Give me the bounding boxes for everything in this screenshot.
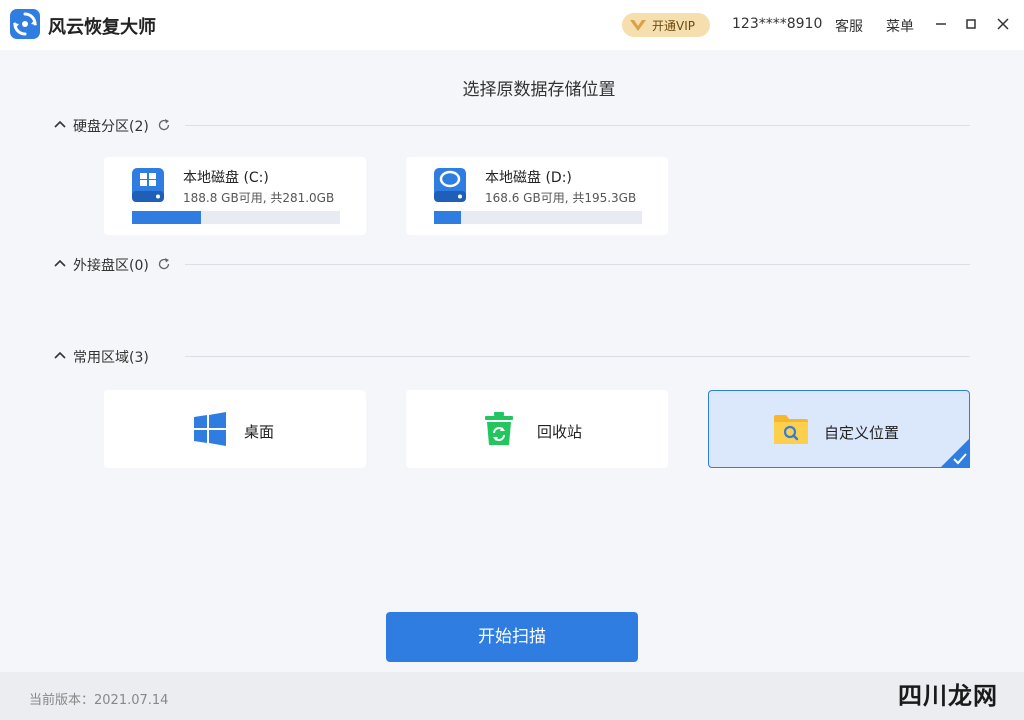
refresh-icon[interactable] bbox=[157, 257, 171, 271]
area-card-custom-location[interactable]: 自定义位置 bbox=[708, 390, 970, 468]
drive-usage-bar bbox=[434, 211, 642, 224]
section-common-areas: 常用区域(3) bbox=[52, 345, 970, 367]
vip-icon bbox=[630, 20, 646, 31]
hard-drive-icon bbox=[434, 168, 466, 202]
menu-link[interactable]: 菜单 bbox=[886, 16, 914, 36]
chevron-up-icon[interactable] bbox=[54, 350, 66, 360]
start-scan-button[interactable]: 开始扫描 bbox=[386, 612, 638, 662]
section-label: 外接盘区(0) bbox=[73, 258, 149, 274]
watermark: 四川龙网 bbox=[890, 674, 1010, 714]
drive-usage-fill bbox=[132, 211, 201, 224]
user-id[interactable]: 123****8910 bbox=[732, 16, 822, 32]
minimize-icon[interactable] bbox=[933, 16, 949, 32]
section-disk-partitions: 硬盘分区(2) bbox=[52, 114, 970, 136]
recycle-bin-icon bbox=[485, 412, 513, 445]
area-label: 回收站 bbox=[537, 423, 583, 441]
drive-name: 本地磁盘 (D:) bbox=[485, 170, 572, 186]
section-external-drives: 外接盘区(0) bbox=[52, 253, 970, 275]
section-label: 常用区域(3) bbox=[73, 350, 149, 366]
close-icon[interactable] bbox=[995, 16, 1011, 32]
area-label: 自定义位置 bbox=[824, 424, 900, 442]
app-logo-icon bbox=[10, 9, 40, 39]
folder-search-icon bbox=[774, 415, 808, 444]
windows-icon bbox=[194, 412, 226, 446]
selected-check-icon bbox=[940, 438, 970, 468]
page-title: 选择原数据存储位置 bbox=[462, 80, 616, 100]
drive-usage-bar bbox=[132, 211, 340, 224]
app-title: 风云恢复大师 bbox=[48, 17, 156, 38]
hard-drive-icon bbox=[132, 168, 164, 202]
divider bbox=[185, 125, 970, 126]
drive-space: 188.8 GB可用, 共281.0GB bbox=[183, 191, 335, 205]
customer-service-link[interactable]: 客服 bbox=[835, 16, 863, 36]
drive-card-c[interactable]: 本地磁盘 (C:) 188.8 GB可用, 共281.0GB bbox=[104, 157, 366, 235]
vip-button[interactable]: 开通VIP bbox=[622, 13, 710, 37]
divider bbox=[185, 264, 970, 265]
drive-usage-fill bbox=[434, 211, 462, 224]
vip-label: 开通VIP bbox=[652, 19, 695, 33]
footer: 当前版本：2021.07.14 bbox=[0, 672, 1024, 720]
maximize-icon[interactable] bbox=[963, 16, 979, 32]
title-bar: 风云恢复大师 开通VIP 123****8910 客服 菜单 bbox=[0, 0, 1024, 50]
area-card-recycle-bin[interactable]: 回收站 bbox=[406, 390, 668, 468]
area-label: 桌面 bbox=[244, 423, 275, 441]
section-label: 硬盘分区(2) bbox=[73, 119, 149, 135]
drive-space: 168.6 GB可用, 共195.3GB bbox=[485, 191, 637, 205]
chevron-up-icon[interactable] bbox=[54, 119, 66, 129]
drive-name: 本地磁盘 (C:) bbox=[183, 170, 269, 186]
version-label: 当前版本：2021.07.14 bbox=[29, 693, 169, 708]
watermark-text: 四川龙网 bbox=[898, 682, 998, 710]
refresh-icon[interactable] bbox=[157, 118, 171, 132]
divider bbox=[185, 356, 970, 357]
area-card-desktop[interactable]: 桌面 bbox=[104, 390, 366, 468]
chevron-up-icon[interactable] bbox=[54, 258, 66, 268]
drive-card-d[interactable]: 本地磁盘 (D:) 168.6 GB可用, 共195.3GB bbox=[406, 157, 668, 235]
